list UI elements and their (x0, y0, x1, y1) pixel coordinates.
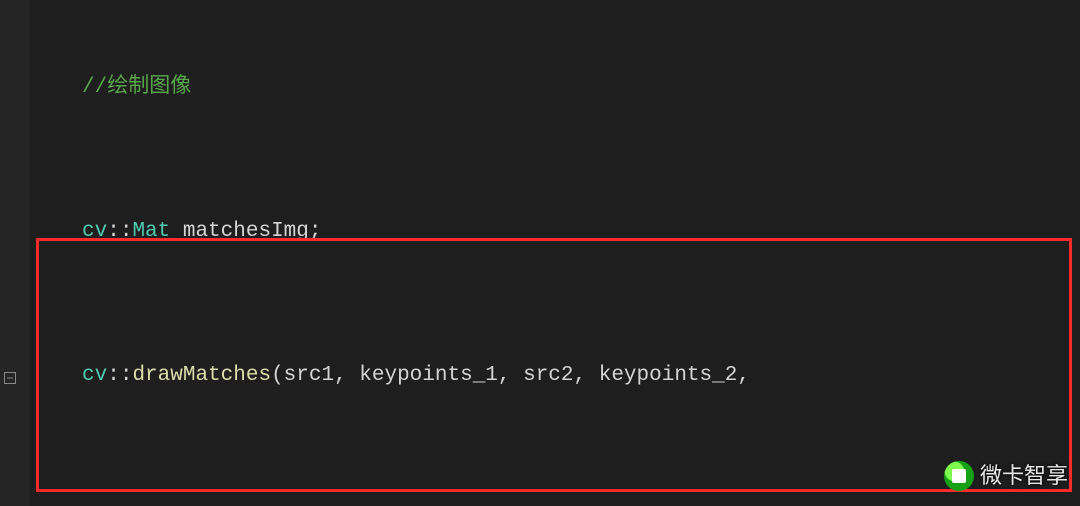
code-line: cv::Mat matchesImg; (30, 214, 992, 250)
watermark-text: 微卡智享 (980, 458, 1068, 494)
code-editor[interactable]: //绘制图像 cv::Mat matchesImg; cv::drawMatch… (0, 0, 1080, 506)
code-line: //绘制图像 (30, 70, 992, 106)
code-area[interactable]: //绘制图像 cv::Mat matchesImg; cv::drawMatch… (30, 0, 992, 506)
wechat-icon (944, 461, 974, 491)
gutter (0, 0, 30, 506)
code-line: cv::drawMatches(src1, keypoints_1, src2,… (30, 358, 992, 394)
collapse-icon[interactable] (4, 372, 16, 384)
watermark: 微卡智享 (944, 458, 1068, 494)
code-line: goodMatches, matchesImg, cv::Scalar::all… (30, 502, 992, 506)
